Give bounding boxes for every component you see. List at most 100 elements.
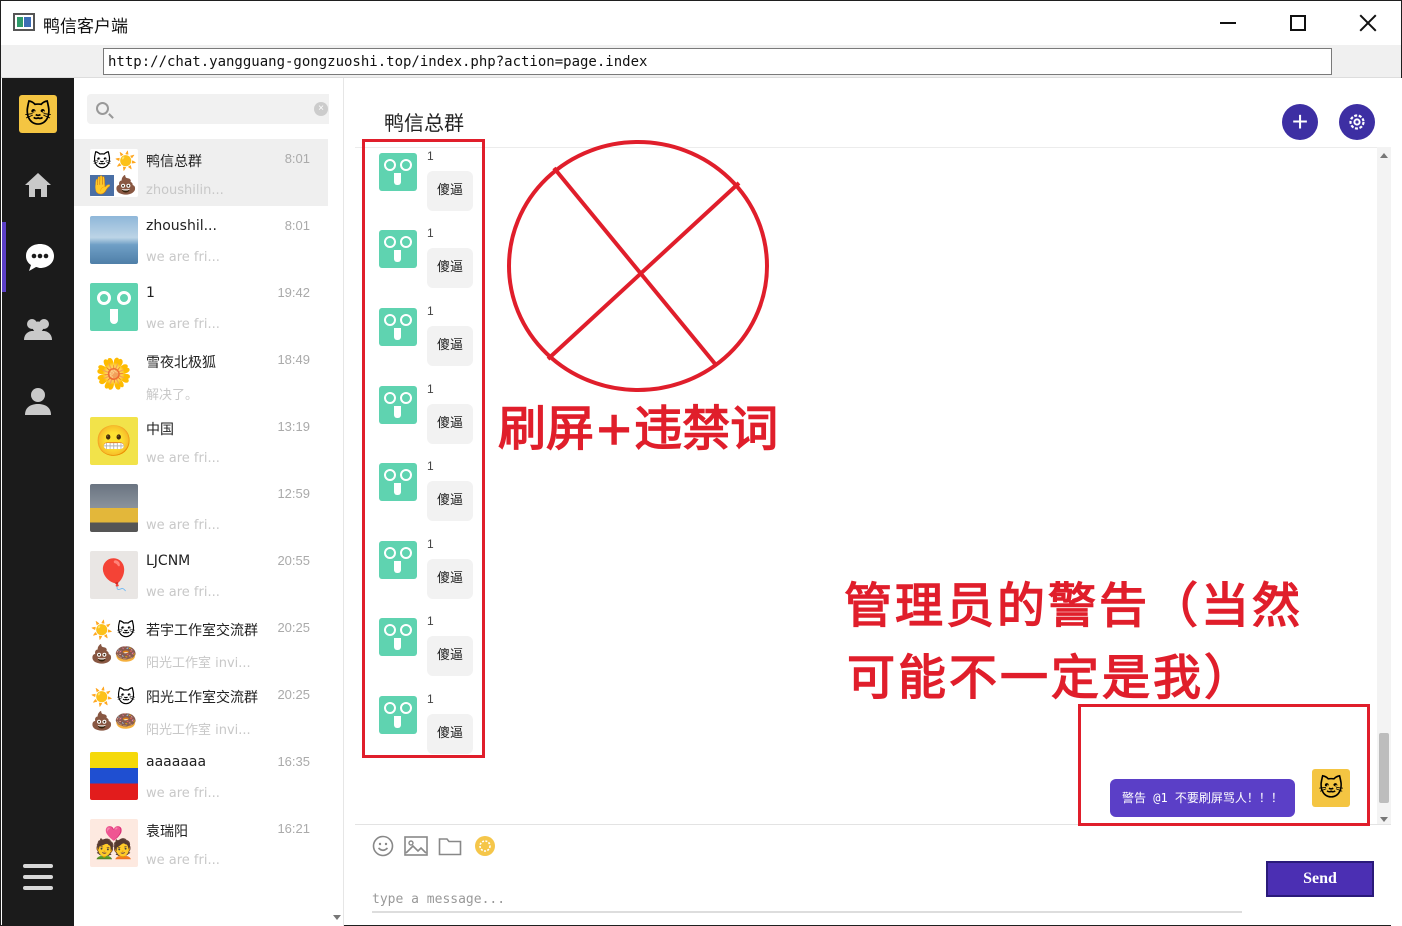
conversation-time: 16:35 [277, 754, 310, 769]
conversation-time: 16:21 [277, 821, 310, 836]
green-face-avatar [90, 283, 138, 331]
conversation-name: 若宇工作室交流群 [146, 623, 258, 639]
landscape-avatar [90, 216, 138, 264]
conversation-item[interactable]: zhoushil... 8:01 we are fri... [74, 206, 328, 273]
conversation-name: aaaaaaa [146, 754, 207, 770]
conversation-time: 18:49 [277, 352, 310, 367]
file-button[interactable] [438, 834, 462, 858]
nav-chat[interactable] [2, 222, 74, 292]
chat-scrollbar[interactable] [1377, 147, 1391, 824]
file-icon [438, 838, 462, 856]
conversation-item[interactable]: aaaaaaa 16:35 we are fri... [74, 742, 328, 809]
app-window: 鸭信客户端 🐱 × 🐱☀️✋💩 鸭信总群 [0, 0, 1402, 926]
image-button[interactable] [404, 834, 428, 858]
annotation-box-spam [362, 139, 485, 758]
close-icon [1359, 14, 1377, 32]
scroll-thumb[interactable] [1379, 733, 1389, 803]
conversation-name: 雪夜北极狐 [146, 355, 216, 371]
add-button[interactable]: + [1282, 104, 1318, 140]
chat-title: 鸭信总群 [384, 111, 464, 135]
scroll-up-icon[interactable] [1380, 153, 1388, 158]
scroll-down-icon[interactable] [1380, 817, 1388, 822]
clear-search-icon[interactable]: × [314, 102, 328, 116]
conversation-item[interactable]: 🐱 ☀️ ✋ 💩 鸭信总群 8:01 zhoushilin... [74, 139, 328, 206]
minimize-button[interactable] [1205, 7, 1251, 39]
gift-icon [475, 836, 495, 856]
nav-groups[interactable] [2, 294, 74, 364]
message-input[interactable] [372, 887, 1242, 913]
conversation-preview: 阳光工作室 invi... [146, 723, 251, 738]
prohibited-sign-icon [507, 140, 769, 392]
conversation-name: 1 [146, 285, 155, 301]
conversation-item[interactable]: 🌼 雪夜北极狐 18:49 解决了。 [74, 340, 328, 407]
menu-button[interactable] [23, 864, 53, 892]
conversation-preview: we are fri... [146, 518, 220, 533]
nav-profile[interactable] [2, 366, 74, 436]
conversation-list: × 🐱 ☀️ ✋ 💩 鸭信总群 8:01 zhoushilin... zhoushil… [74, 78, 344, 926]
conversation-item[interactable]: ☀️ 🐱 💩 🍩 若宇工作室交流群 20:25 阳光工作室 invi... [74, 608, 328, 675]
smile-icon [372, 835, 394, 857]
conversation-preview: we are fri... [146, 250, 220, 265]
conversation-name: 鸭信总群 [146, 154, 202, 170]
annotation-warning-label-line1: 管理员的警告（当然 [844, 578, 1304, 634]
window-title: 鸭信客户端 [43, 17, 128, 37]
scroll-down-icon[interactable] [333, 915, 341, 920]
url-input[interactable] [103, 48, 1332, 75]
conversation-name: LJCNM [146, 553, 191, 569]
annotation-warning-label-line2: 可能不一定是我） [847, 650, 1256, 706]
balloon-avatar: 🎈 [90, 551, 138, 599]
conversation-item[interactable]: 😬 中国 13:19 we are fri... [74, 407, 328, 474]
my-avatar-cat-icon[interactable]: 🐱 [19, 95, 57, 133]
conversation-time: 20:25 [277, 687, 310, 702]
group-avatar: ☀️ 🐱 💩 🍩 [90, 685, 138, 733]
conversation-time: 13:19 [277, 419, 310, 434]
address-bar [1, 45, 1401, 78]
conversation-preview: zhoushilin... [146, 183, 224, 198]
maximize-button[interactable] [1275, 7, 1321, 39]
conversation-item[interactable]: 💑 袁瑞阳 16:21 we are fri... [74, 809, 328, 876]
conversation-item[interactable]: 🎈 LJCNM 20:55 we are fri... [74, 541, 328, 608]
search-icon [96, 102, 109, 115]
list-scrollbar[interactable] [329, 78, 343, 926]
nav-home[interactable] [2, 150, 74, 220]
group-avatar: 🐱 ☀️ ✋ 💩 [90, 149, 138, 197]
app-icon [13, 13, 35, 31]
user-icon [25, 388, 51, 415]
close-button[interactable] [1345, 7, 1391, 39]
conversation-preview: we are fri... [146, 585, 220, 600]
gift-button[interactable] [473, 834, 497, 858]
settings-button[interactable] [1339, 104, 1375, 140]
image-icon [404, 836, 428, 856]
plus-icon: + [1291, 106, 1309, 137]
conversation-time: 8:01 [284, 151, 310, 166]
flower-face-avatar: 🌼 [90, 350, 138, 398]
emoji-button[interactable] [371, 834, 395, 858]
maximize-icon [1290, 15, 1306, 31]
conversation-item[interactable]: ☀️ 🐱 💩 🍩 阳光工作室交流群 20:25 阳光工作室 invi... [74, 675, 328, 742]
train-avatar [90, 484, 138, 532]
minimize-icon [1220, 22, 1236, 24]
annotation-box-warning [1078, 704, 1370, 826]
nav-rail: 🐱 [2, 78, 74, 926]
page-scrollbar[interactable] [1391, 78, 1402, 926]
search-box[interactable]: × [87, 94, 336, 124]
conversation-name: 阳光工作室交流群 [146, 690, 258, 706]
conversation-preview: 阳光工作室 invi... [146, 656, 251, 671]
sponge-face-avatar: 😬 [90, 417, 138, 465]
conversation-time: 20:25 [277, 620, 310, 635]
group-avatar: ☀️ 🐱 💩 🍩 [90, 618, 138, 666]
conversation-item[interactable]: 12:59 we are fri... [74, 474, 328, 541]
send-button[interactable]: Send [1266, 861, 1374, 897]
conversation-preview: we are fri... [146, 317, 220, 332]
annotation-spam-label: 刷屏+违禁词 [498, 401, 779, 457]
conversation-name: 中国 [146, 422, 174, 438]
conversation-time: 20:55 [277, 553, 310, 568]
conversation-time: 19:42 [277, 285, 310, 300]
flag-avatar [90, 752, 138, 800]
gear-icon [1349, 114, 1365, 130]
conversation-time: 12:59 [277, 486, 310, 501]
conversation-name: zhoushil... [146, 218, 217, 234]
conversation-item[interactable]: 1 19:42 we are fri... [74, 273, 328, 340]
conversation-preview: 解决了。 [146, 388, 199, 403]
group-icon [24, 319, 52, 340]
